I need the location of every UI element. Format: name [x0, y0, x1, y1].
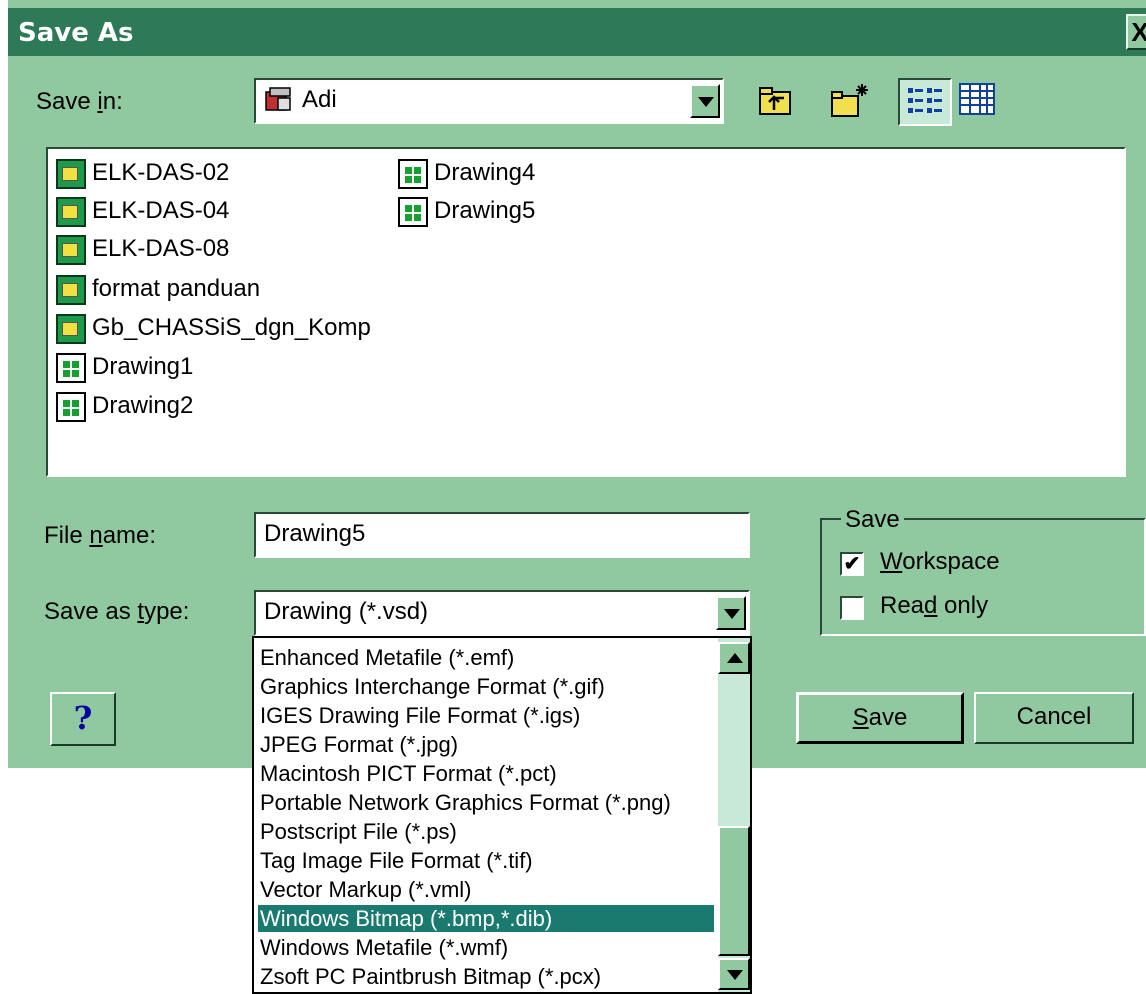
cancel-button[interactable]: Cancel [974, 692, 1134, 744]
drawing-file-icon [56, 392, 86, 422]
dropdown-option[interactable]: Vector Markup (*.vml) [258, 876, 714, 903]
dropdown-option[interactable]: Enhanced Metafile (*.emf) [258, 644, 714, 671]
dropdown-option[interactable]: Postscript File (*.ps) [258, 818, 714, 845]
scroll-up-button[interactable] [718, 642, 750, 674]
drive-folder-icon [264, 86, 294, 114]
workspace-label: Workspace [880, 548, 1000, 575]
read-only-label: Read only [880, 592, 989, 619]
dropdown-option[interactable]: Tag Image File Format (*.tif) [258, 847, 714, 874]
folder-icon [56, 159, 86, 189]
dropdown-option[interactable]: JPEG Format (*.jpg) [258, 731, 714, 758]
drawing-file-icon [398, 159, 428, 189]
dropdown-scrollbar[interactable] [718, 638, 750, 992]
dropdown-option[interactable]: Zsoft PC Paintbrush Bitmap (*.pcx) [258, 963, 714, 990]
dialog-title: Save As [18, 18, 134, 48]
drawing-file-icon [56, 353, 86, 383]
dropdown-option[interactable]: IGES Drawing File Format (*.igs) [258, 702, 714, 729]
read-only-checkbox[interactable] [840, 596, 864, 620]
save-as-type-combo[interactable]: Drawing (*.vsd) [254, 590, 750, 636]
up-one-level-icon [759, 87, 791, 115]
list-view-button[interactable] [898, 78, 952, 126]
chevron-down-icon [698, 97, 714, 107]
list-view-icon [908, 88, 942, 113]
save-button[interactable]: Save [796, 692, 964, 744]
chevron-down-icon [727, 970, 743, 980]
folder-icon [56, 235, 86, 265]
save-in-combo[interactable]: Adi [254, 78, 724, 124]
up-one-level-button[interactable] [754, 80, 798, 124]
file-list[interactable]: ELK-DAS-02 ELK-DAS-04 ELK-DAS-08 format … [46, 147, 1126, 477]
drawing-file-icon [398, 197, 428, 227]
file-name-label: File name: [44, 522, 157, 549]
create-new-folder-icon [831, 84, 868, 117]
save-as-type-dropdown-list[interactable]: Enhanced Metafile (*.emf) Graphics Inter… [252, 636, 752, 994]
scroll-down-button[interactable] [718, 958, 750, 990]
save-in-value: Adi [302, 86, 337, 113]
save-as-type-dropdown-button[interactable] [716, 596, 746, 630]
chevron-up-icon [727, 653, 743, 663]
file-name-field[interactable]: Drawing5 [254, 512, 750, 558]
folder-icon [56, 314, 86, 344]
folder-icon [56, 197, 86, 227]
save-group-title: Save [841, 506, 904, 534]
dropdown-option-selected[interactable]: Windows Bitmap (*.bmp,*.dib) [258, 905, 714, 932]
workspace-checkbox[interactable]: ✔ [840, 552, 864, 576]
help-icon: ? [73, 699, 93, 737]
folder-icon [56, 275, 86, 305]
save-as-type-value: Drawing (*.vsd) [264, 598, 429, 625]
save-in-label: Save in: [36, 88, 123, 115]
details-view-icon [959, 83, 995, 115]
create-new-folder-button[interactable] [828, 80, 872, 124]
scroll-thumb[interactable] [718, 826, 750, 956]
dropdown-option[interactable]: Portable Network Graphics Format (*.png) [258, 789, 714, 816]
dropdown-option[interactable]: Graphics Interchange Format (*.gif) [258, 673, 714, 700]
dropdown-option[interactable]: Macintosh PICT Format (*.pct) [258, 760, 714, 787]
close-button[interactable]: X [1126, 14, 1146, 50]
details-view-button[interactable] [952, 78, 1002, 126]
dropdown-option[interactable]: Windows Metafile (*.wmf) [258, 934, 714, 961]
help-button[interactable]: ? [50, 692, 116, 746]
save-in-dropdown-button[interactable] [690, 84, 720, 118]
chevron-down-icon [724, 609, 740, 619]
save-as-type-label: Save as type: [44, 598, 190, 625]
title-bar[interactable]: Save As X [8, 8, 1146, 56]
